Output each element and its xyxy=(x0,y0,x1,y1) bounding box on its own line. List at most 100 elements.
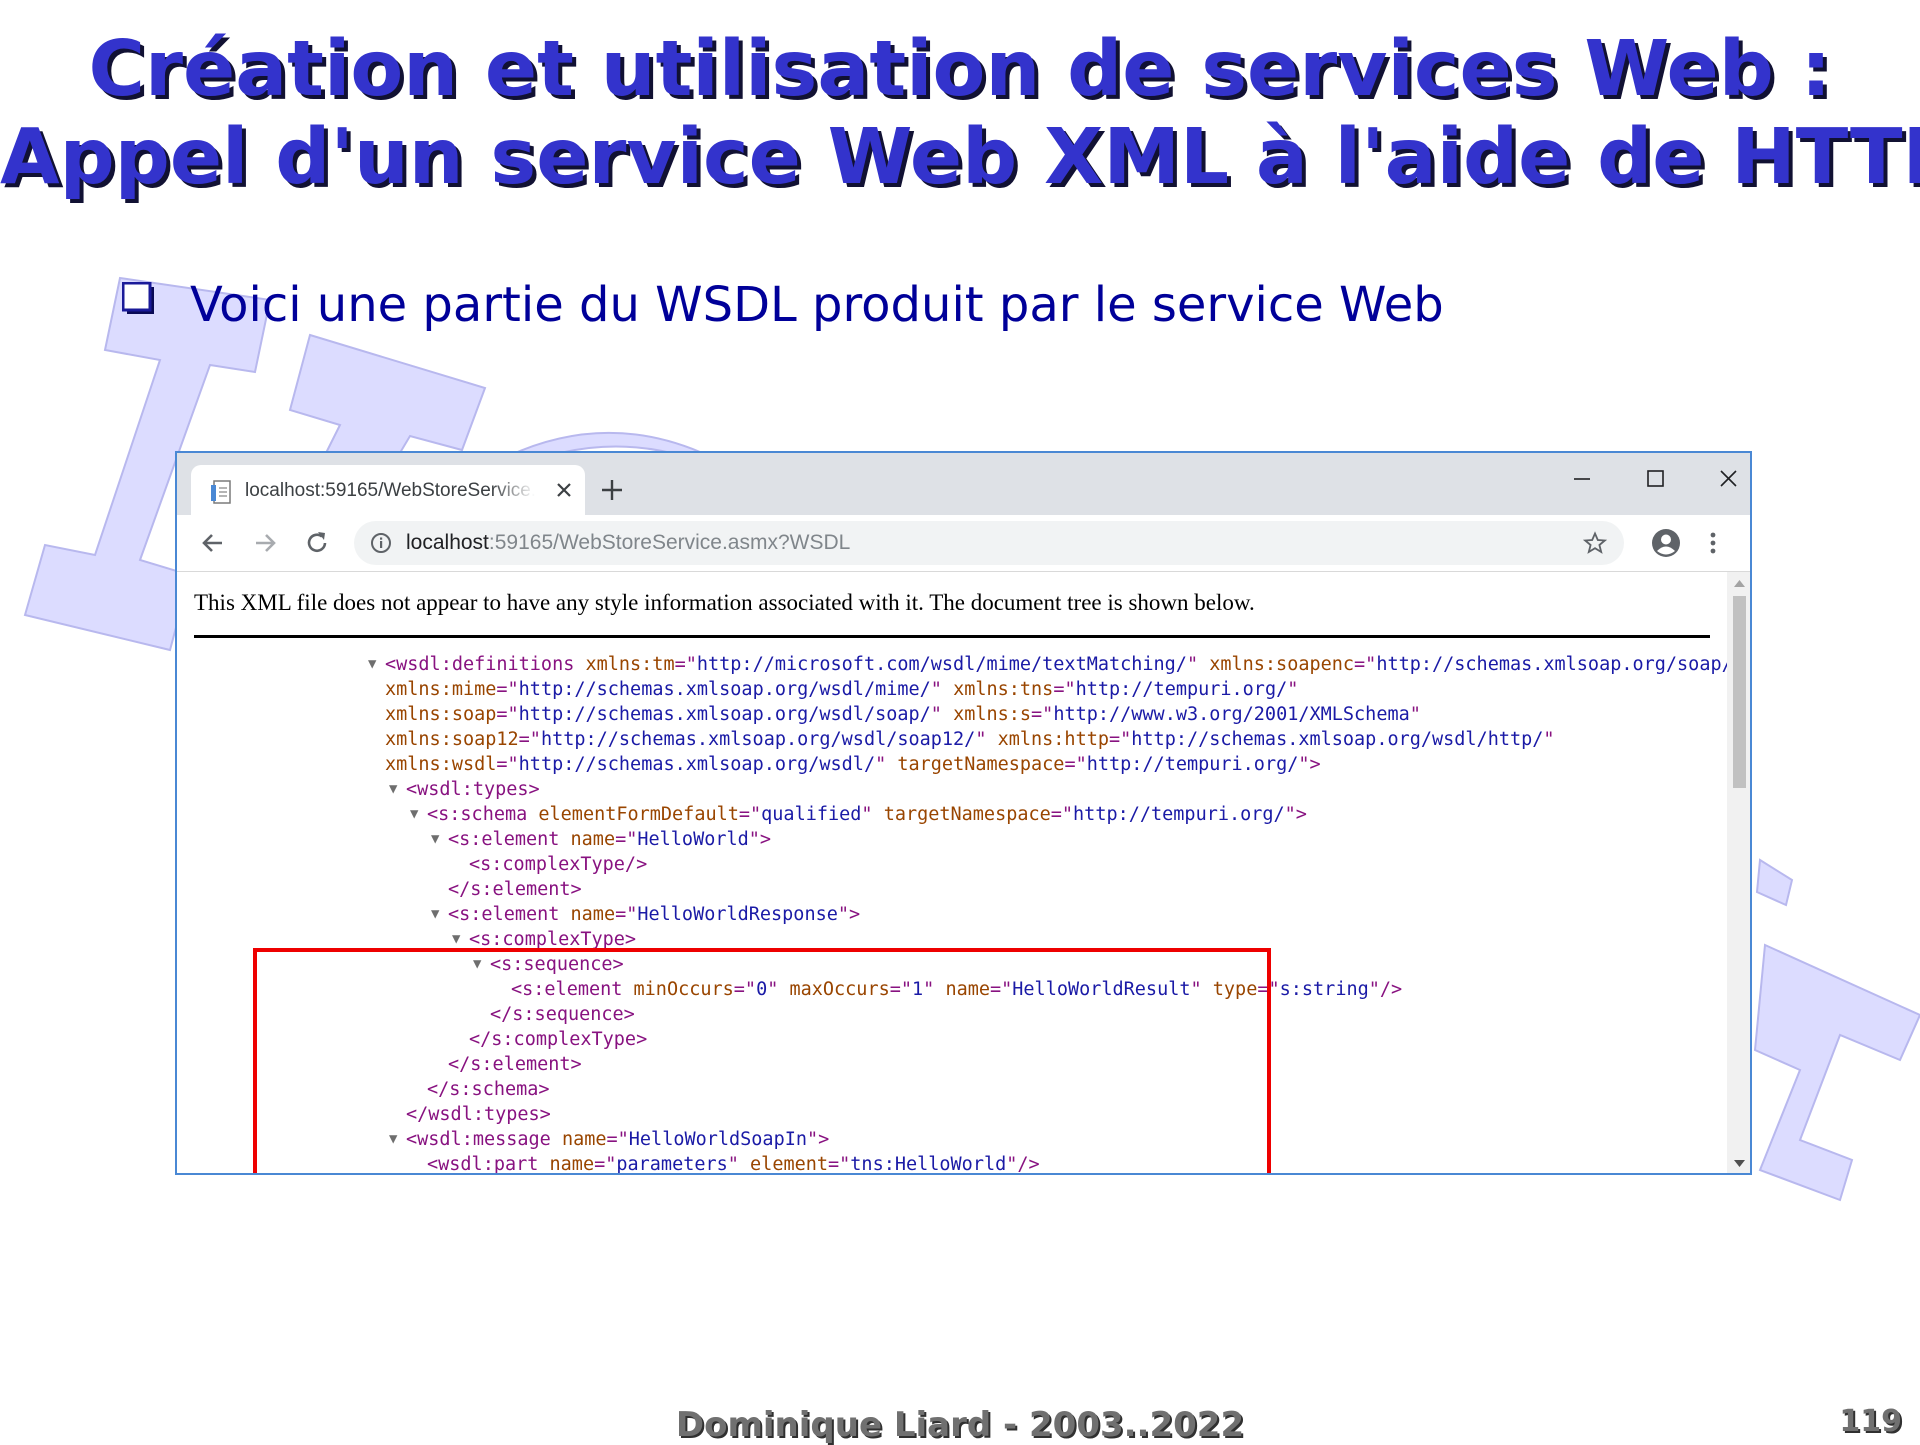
xml-token: http://schemas.xmlsoap.org/wsdl/http/ xyxy=(1131,729,1544,750)
back-icon[interactable] xyxy=(197,527,229,559)
xml-line: ▼ <s:sequence> xyxy=(177,952,1727,977)
xml-token: http://tempuri.org/ xyxy=(1073,804,1285,825)
xml-line: </wsdl:types> xyxy=(177,1102,1727,1127)
xml-token: =" xyxy=(1050,804,1074,825)
xml-line: </s:element> xyxy=(177,1052,1727,1077)
xml-token: HelloWorldResponse xyxy=(637,904,838,925)
reload-icon[interactable] xyxy=(301,527,333,559)
xml-token: =" xyxy=(594,1154,617,1175)
collapse-toggle-icon[interactable]: ▼ xyxy=(389,1127,397,1152)
xml-token: 0 xyxy=(756,979,768,1000)
collapse-toggle-icon[interactable]: ▼ xyxy=(368,652,376,677)
scroll-thumb[interactable] xyxy=(1733,596,1746,788)
xml-token: " xyxy=(975,729,998,750)
xml-token: name xyxy=(570,829,616,850)
xml-token: http://schemas.xmlsoap.org/wsdl/soap12/ xyxy=(540,729,976,750)
xml-token: xmlns:soap xyxy=(385,704,497,725)
tab-title: localhost:59165/WebStoreService.asmx?WSD… xyxy=(245,480,535,501)
maximize-icon[interactable] xyxy=(1635,461,1675,497)
collapse-toggle-icon[interactable]: ▼ xyxy=(431,902,439,927)
page-number: 119 xyxy=(1839,1404,1902,1439)
forward-icon[interactable] xyxy=(249,527,281,559)
minimize-icon[interactable] xyxy=(1562,461,1602,497)
xml-token: xmlns:soapenc xyxy=(1209,654,1355,675)
xml-line: </s:sequence> xyxy=(177,1002,1727,1027)
xml-line: ▼ <s:element name="HelloWorld"> xyxy=(177,827,1727,852)
xml-token: " xyxy=(727,1154,751,1175)
scrollbar[interactable] xyxy=(1727,572,1750,1173)
xml-token: name xyxy=(570,904,616,925)
xml-token: =" xyxy=(889,979,913,1000)
xml-token: http://tempuri.org/ xyxy=(1075,679,1288,700)
xml-line-text: xmlns:wsdl="http://schemas.xmlsoap.org/w… xyxy=(385,752,1321,777)
xml-line-text: <s:complexType/> xyxy=(469,852,647,877)
window-close-icon[interactable] xyxy=(1709,461,1749,497)
xml-token: =" xyxy=(1354,654,1377,675)
xml-line-text: </s:schema> xyxy=(427,1077,550,1102)
xml-token: " xyxy=(1190,979,1213,1000)
xml-line-text: <s:element name="HelloWorld"> xyxy=(448,827,771,852)
xml-token: <s:sequence> xyxy=(490,954,624,975)
collapse-toggle-icon[interactable]: ▼ xyxy=(389,777,397,802)
xml-token: "> xyxy=(807,1129,830,1150)
xml-token: HelloWorld xyxy=(637,829,749,850)
star-icon[interactable] xyxy=(1583,531,1607,555)
new-tab-icon[interactable] xyxy=(597,475,627,505)
xml-token: s:string xyxy=(1279,979,1369,1000)
url-text: localhost:59165/WebStoreService.asmx?WSD… xyxy=(406,529,850,557)
xml-line: ▼ <s:schema elementFormDefault="qualified… xyxy=(177,802,1727,827)
document-icon xyxy=(211,480,231,504)
browser-window: localhost:59165/WebStoreService.asmx?WSD… xyxy=(175,451,1752,1175)
address-bar[interactable]: localhost:59165/WebStoreService.asmx?WSD… xyxy=(354,521,1624,565)
xml-line: ▼ <wsdl:definitions xmlns:tm="http://micr… xyxy=(177,652,1727,677)
scroll-down-icon[interactable] xyxy=(1733,1159,1746,1169)
xml-token: =" xyxy=(518,729,541,750)
xml-token: =" xyxy=(615,829,638,850)
xml-line: <wsdl:part name="parameters" element="tn… xyxy=(177,1152,1727,1175)
xml-token: =" xyxy=(1053,679,1076,700)
menu-icon[interactable] xyxy=(1705,527,1721,559)
xml-token: xmlns:tm xyxy=(585,654,675,675)
slide-title: Création et utilisation de services Web … xyxy=(0,26,1920,202)
url-host: localhost xyxy=(406,531,489,554)
xml-token: "> xyxy=(837,904,861,925)
xml-token: <s:schema xyxy=(427,804,539,825)
xml-line-text: </s:element> xyxy=(448,877,582,902)
xml-line-text: <s:sequence> xyxy=(490,952,624,977)
browser-tab[interactable]: localhost:59165/WebStoreService.asmx?WSD… xyxy=(191,465,585,515)
xml-token: =" xyxy=(496,704,519,725)
xml-token: =" xyxy=(990,979,1013,1000)
xml-token: =" xyxy=(1064,754,1087,775)
info-icon[interactable] xyxy=(370,532,392,554)
divider xyxy=(194,635,1710,638)
xml-token: 1 xyxy=(912,979,924,1000)
xml-info-message: This XML file does not appear to have an… xyxy=(194,590,1255,615)
scroll-up-icon[interactable] xyxy=(1733,578,1746,588)
xml-token: http://www.w3.org/2001/XMLSchema xyxy=(1053,704,1410,725)
xml-token: xmlns:http xyxy=(997,729,1109,750)
xml-token: xmlns:soap12 xyxy=(385,729,519,750)
xml-line: ▼ <s:complexType> xyxy=(177,927,1727,952)
xml-line-text: <s:element minOccurs="0" maxOccurs="1" n… xyxy=(511,977,1402,1002)
xml-line-text: <wsdl:message name="HelloWorldSoapIn"> xyxy=(406,1127,829,1152)
xml-token: " xyxy=(923,979,946,1000)
xml-token: targetNamespace xyxy=(883,804,1051,825)
xml-token: " xyxy=(767,979,790,1000)
collapse-toggle-icon[interactable]: ▼ xyxy=(410,802,418,827)
xml-line-text: </wsdl:types> xyxy=(406,1102,551,1127)
xml-token: maxOccurs xyxy=(789,979,890,1000)
xml-token: targetNamespace xyxy=(897,754,1065,775)
xml-token: xmlns:s xyxy=(953,704,1032,725)
close-icon[interactable] xyxy=(551,477,577,503)
xml-line: ▼ <s:element name="HelloWorldResponse"> xyxy=(177,902,1727,927)
xml-token: http://schemas.xmlsoap.org/soap/encoding… xyxy=(1376,654,1727,675)
account-icon[interactable] xyxy=(1650,527,1682,559)
collapse-toggle-icon[interactable]: ▼ xyxy=(452,927,460,952)
xml-token: =" xyxy=(1257,979,1280,1000)
slide-title-line-2: Appel d'un service Web XML à l'aide de H… xyxy=(0,113,1920,202)
collapse-toggle-icon[interactable]: ▼ xyxy=(431,827,439,852)
page-content: This XML file does not appear to have an… xyxy=(177,572,1727,1175)
footer-author: Dominique Liard - 2003..2022 xyxy=(675,1405,1245,1445)
browser-toolbar: localhost:59165/WebStoreService.asmx?WSD… xyxy=(177,515,1750,572)
collapse-toggle-icon[interactable]: ▼ xyxy=(473,952,481,977)
